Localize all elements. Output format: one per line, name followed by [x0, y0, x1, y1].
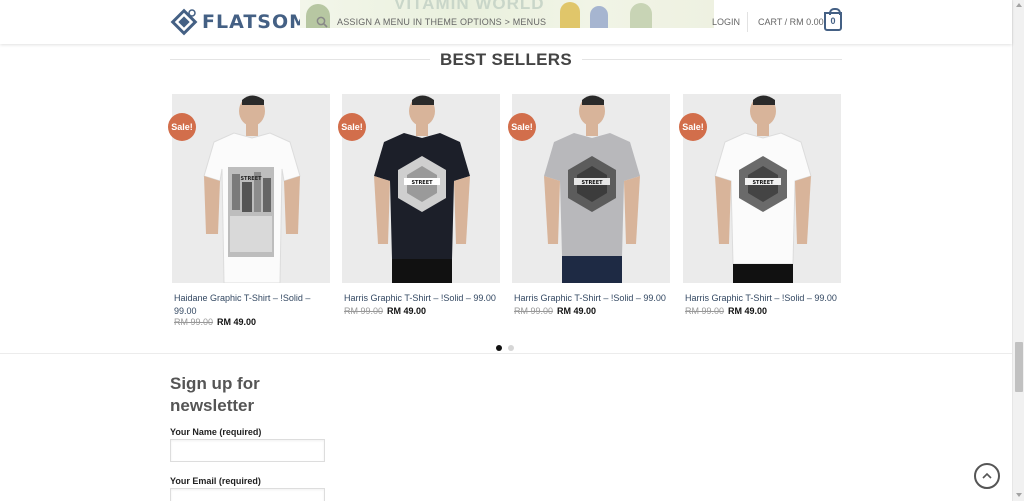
- chevron-up-icon: [982, 472, 992, 479]
- banner-figure: [630, 3, 652, 28]
- sale-badge: Sale!: [508, 113, 536, 141]
- original-price: RM 99.00: [344, 306, 384, 316]
- sale-price: RM 49.00: [387, 306, 427, 316]
- banner-figure: [560, 2, 580, 28]
- product-price: RM 99.00 RM 49.00: [344, 306, 426, 316]
- login-link[interactable]: LOGIN: [712, 17, 740, 27]
- section-divider: [0, 353, 1012, 354]
- menu-notice-link[interactable]: ASSIGN A MENU IN THEME OPTIONS > MENUS: [337, 17, 546, 27]
- banner-figure: [590, 6, 608, 28]
- product-title-link[interactable]: Harris Graphic T-Shirt – !Solid – 99.00: [514, 292, 670, 305]
- product-price: RM 99.00 RM 49.00: [685, 306, 767, 316]
- search-icon[interactable]: [316, 15, 328, 28]
- cart-icon[interactable]: 0: [824, 8, 842, 31]
- product-image[interactable]: STREET: [512, 94, 670, 283]
- sale-price: RM 49.00: [557, 306, 597, 316]
- slider-pagination: [496, 345, 520, 351]
- cart-link[interactable]: CART / RM 0.00: [758, 17, 824, 27]
- product-price: RM 99.00 RM 49.00: [174, 317, 256, 327]
- slider-dot-1[interactable]: [496, 345, 502, 351]
- product-title-link[interactable]: Haidane Graphic T-Shirt – !Solid – 99.00: [174, 292, 330, 318]
- sale-badge: Sale!: [338, 113, 366, 141]
- product-image[interactable]: STREET: [342, 94, 500, 283]
- scrollbar-thumb[interactable]: [1015, 342, 1023, 392]
- svg-text:STREET: STREET: [240, 176, 262, 182]
- original-price: RM 99.00: [514, 306, 554, 316]
- svg-text:STREET: STREET: [581, 180, 603, 186]
- back-to-top-button[interactable]: [974, 463, 1000, 489]
- sale-price: RM 49.00: [217, 317, 257, 327]
- slider-dot-2[interactable]: [508, 345, 514, 351]
- product-title-link[interactable]: Harris Graphic T-Shirt – !Solid – 99.00: [344, 292, 500, 305]
- nav-divider: [747, 12, 748, 32]
- name-field[interactable]: [170, 439, 325, 462]
- sale-badge: Sale!: [168, 113, 196, 141]
- section-title: BEST SELLERS: [429, 50, 583, 69]
- cart-count-badge: 0: [830, 16, 836, 26]
- newsletter-title: Sign up for newsletter: [170, 374, 260, 415]
- email-field[interactable]: [170, 488, 325, 501]
- scroll-down-arrow-icon[interactable]: [1016, 493, 1022, 497]
- product-slider: STREET Sale! Haidane Graphic T-Shirt – !…: [168, 94, 842, 334]
- sale-badge: Sale!: [679, 113, 707, 141]
- best-sellers-heading: BEST SELLERS: [170, 48, 842, 70]
- logo-diamond-icon: [170, 8, 198, 36]
- product-title-link[interactable]: Harris Graphic T-Shirt – !Solid – 99.00: [685, 292, 841, 305]
- original-price: RM 99.00: [174, 317, 214, 327]
- svg-text:STREET: STREET: [752, 180, 774, 186]
- scroll-up-arrow-icon[interactable]: [1016, 3, 1022, 7]
- email-field-label: Your Email (required): [170, 476, 261, 486]
- name-field-label: Your Name (required): [170, 427, 262, 437]
- svg-text:STREET: STREET: [411, 180, 433, 186]
- product-price: RM 99.00 RM 49.00: [514, 306, 596, 316]
- page-scrollbar[interactable]: [1012, 0, 1024, 501]
- product-image[interactable]: STREET: [683, 94, 841, 283]
- banner-text: VITAMIN WORLD: [394, 0, 545, 13]
- site-header: FLATSOME VITAMIN WORLD ASSIGN A MENU IN …: [0, 0, 1012, 44]
- product-image[interactable]: STREET: [172, 94, 330, 283]
- original-price: RM 99.00: [685, 306, 725, 316]
- sale-price: RM 49.00: [728, 306, 768, 316]
